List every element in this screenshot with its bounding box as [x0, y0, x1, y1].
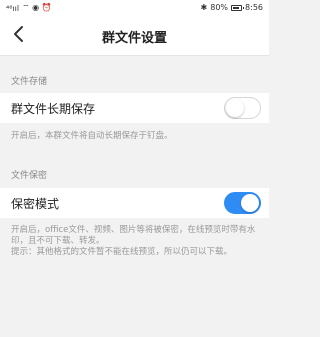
- bluetooth-icon: ✱: [200, 3, 208, 12]
- status-bar: ⁴⁶ııl ⌔ ◉ ⏰ ✱ 80% 8:56: [0, 0, 269, 14]
- status-right: ✱ 80% 8:56: [201, 3, 263, 12]
- secrecy-tip: 提示：其他格式的文件暂不能在线预览，所以仍可以下载。: [11, 247, 233, 257]
- battery-icon: [231, 4, 245, 11]
- nav-bar: 群文件设置: [0, 14, 269, 56]
- section-header-secrecy: 文件保密: [11, 171, 48, 181]
- row-secrecy-mode[interactable]: 保密模式: [0, 188, 269, 218]
- status-icons: ⌔ ◉ ⏰: [22, 3, 52, 12]
- page-title: 群文件设置: [101, 31, 167, 46]
- row-label-long-term-storage: 群文件长期保存: [11, 102, 96, 116]
- clock: 8:56: [245, 3, 263, 12]
- secrecy-mode-toggle[interactable]: [224, 192, 261, 214]
- toggle-knob: [241, 194, 259, 212]
- battery-percent: 80%: [210, 3, 229, 12]
- row-label-secrecy-mode: 保密模式: [11, 197, 60, 211]
- section-header-storage: 文件存储: [11, 77, 48, 87]
- long-term-storage-toggle[interactable]: [224, 97, 261, 119]
- signal-icon: ⁴⁶ııl: [6, 3, 20, 13]
- storage-description: 开启后，本群文件将自动长期保存于钉盘。: [11, 131, 173, 141]
- row-long-term-storage[interactable]: 群文件长期保存: [0, 93, 269, 123]
- toggle-knob: [226, 99, 244, 117]
- status-left: ⁴⁶ııl ⌔ ◉ ⏰: [6, 3, 52, 13]
- secrecy-description: 开启后，office文件、视频、图片等将被保密，在线预览时带有水印，且不可下载、…: [11, 225, 256, 246]
